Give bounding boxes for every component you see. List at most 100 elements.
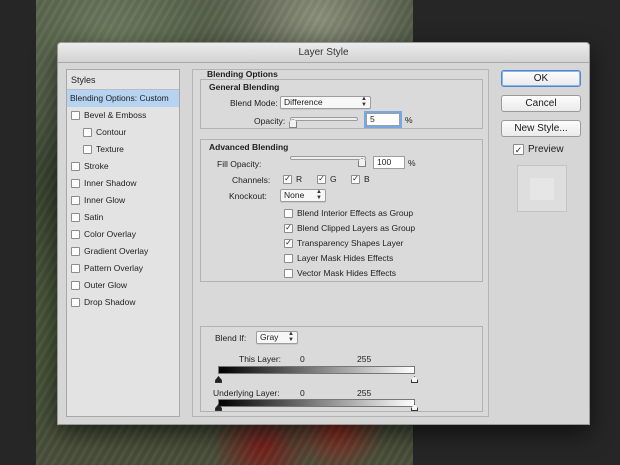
opacity-percent: %	[405, 115, 413, 125]
advanced-option-checkbox[interactable]: Vector Mask Hides Effects	[284, 268, 396, 278]
styles-header: Styles	[67, 70, 179, 90]
advanced-option-label: Transparency Shapes Layer	[297, 238, 404, 248]
knockout-select[interactable]: None ▲ ▼	[280, 189, 326, 202]
underlying-layer-gradient	[218, 399, 415, 407]
blend-if-value: Gray	[260, 332, 279, 342]
style-item[interactable]: Inner Glow	[67, 192, 179, 209]
checkbox-icon[interactable]	[71, 281, 80, 290]
knockout-value: None	[284, 190, 305, 200]
checkbox-icon[interactable]	[83, 128, 92, 137]
channel-r-checkbox[interactable]: ✓ R	[283, 174, 302, 184]
advanced-option-label: Layer Mask Hides Effects	[297, 253, 394, 263]
chevron-updown-icon: ▲ ▼	[316, 189, 322, 201]
cancel-button[interactable]: Cancel	[501, 95, 581, 112]
channel-b-checkbox[interactable]: ✓ B	[351, 174, 370, 184]
advanced-option-checkbox[interactable]: ✓ Transparency Shapes Layer	[284, 238, 403, 248]
checkbox-checked-icon: ✓	[284, 238, 293, 248]
advanced-option-checkbox[interactable]: Blend Interior Effects as Group	[284, 208, 413, 218]
underlying-layer-max: 255	[357, 388, 372, 398]
styles-list: Blending Options: Custom Bevel & Emboss Co…	[67, 90, 179, 311]
this-layer-max: 255	[357, 354, 372, 364]
channel-g-checkbox[interactable]: ✓ G	[317, 174, 337, 184]
checkbox-icon[interactable]	[83, 145, 92, 154]
opacity-input[interactable]: 5	[366, 113, 400, 126]
style-item-label: Pattern Overlay	[84, 263, 144, 273]
style-item[interactable]: Blending Options: Custom	[67, 90, 179, 107]
underlying-layer-min: 0	[300, 388, 305, 398]
this-layer-min: 0	[300, 354, 305, 364]
preview-label: Preview	[528, 144, 564, 155]
checkbox-checked-icon: ✓	[283, 174, 292, 184]
style-item-label: Bevel & Emboss	[84, 110, 147, 120]
checkbox-icon[interactable]	[71, 179, 80, 188]
blend-mode-select[interactable]: Difference ▲ ▼	[280, 96, 371, 109]
style-item-label: Contour	[96, 127, 127, 137]
chevron-updown-icon: ▲ ▼	[288, 331, 294, 343]
style-item[interactable]: Satin	[67, 209, 179, 226]
general-blending-title: General Blending	[209, 82, 280, 92]
style-item-label: Gradient Overlay	[84, 246, 149, 256]
blend-if-label: Blend If:	[215, 333, 247, 343]
fill-opacity-input[interactable]: 100	[373, 156, 405, 169]
style-item-label: Texture	[96, 144, 124, 154]
checkbox-checked-icon: ✓	[513, 144, 524, 155]
checkbox-icon	[284, 253, 293, 263]
fill-opacity-label: Fill Opacity:	[217, 159, 262, 169]
advanced-option-checkbox[interactable]: Layer Mask Hides Effects	[284, 253, 393, 263]
checkbox-icon[interactable]	[71, 247, 80, 256]
blend-if-group: Blend If: Gray ▲ ▼ This Layer: 0 255 Unde…	[200, 326, 483, 412]
checkbox-icon[interactable]	[71, 196, 80, 205]
this-layer-gradient	[218, 366, 415, 374]
style-item-label: Inner Glow	[84, 195, 126, 205]
style-item-label: Drop Shadow	[84, 297, 136, 307]
blending-options-title: Blending Options	[207, 69, 278, 79]
style-item[interactable]: Outer Glow	[67, 277, 179, 294]
style-item-label: Outer Glow	[84, 280, 127, 290]
advanced-option-label: Vector Mask Hides Effects	[297, 268, 397, 278]
checkbox-icon[interactable]	[71, 162, 80, 171]
this-layer-label: This Layer:	[239, 354, 282, 364]
style-item-label: Color Overlay	[84, 229, 136, 239]
preview-checkbox[interactable]: ✓ Preview	[513, 144, 564, 155]
fill-opacity-slider[interactable]	[290, 156, 366, 160]
styles-panel: Styles Blending Options: Custom Bevel & E…	[66, 69, 180, 417]
general-blending-group: General Blending Blend Mode: Difference …	[200, 79, 483, 129]
checkbox-icon	[284, 208, 293, 218]
checkbox-icon[interactable]	[71, 264, 80, 273]
opacity-label: Opacity:	[254, 116, 286, 126]
advanced-option-label: Blend Clipped Layers as Group	[297, 223, 416, 233]
style-item-label: Satin	[84, 212, 104, 222]
checkbox-icon[interactable]	[71, 230, 80, 239]
style-item[interactable]: Contour	[67, 124, 179, 141]
dialog-title: Layer Style	[58, 43, 589, 63]
blend-if-select[interactable]: Gray ▲ ▼	[256, 331, 298, 344]
channel-g-label: G	[330, 174, 337, 184]
new-style-button[interactable]: New Style...	[501, 120, 581, 137]
checkbox-icon[interactable]	[71, 111, 80, 120]
fill-opacity-percent: %	[408, 158, 416, 168]
opacity-slider[interactable]	[290, 117, 358, 121]
style-item[interactable]: Texture	[67, 141, 179, 158]
checkbox-checked-icon: ✓	[317, 174, 326, 184]
style-item[interactable]: Inner Shadow	[67, 175, 179, 192]
style-item[interactable]: Color Overlay	[67, 226, 179, 243]
checkbox-icon[interactable]	[71, 298, 80, 307]
this-layer-black-thumb[interactable]	[215, 376, 222, 383]
style-item[interactable]: Stroke	[67, 158, 179, 175]
style-item[interactable]: Gradient Overlay	[67, 243, 179, 260]
checkbox-icon	[284, 268, 293, 278]
this-layer-white-thumb[interactable]	[411, 376, 418, 383]
advanced-option-checkbox[interactable]: ✓ Blend Clipped Layers as Group	[284, 223, 415, 233]
channel-r-label: R	[296, 174, 303, 184]
knockout-label: Knockout:	[229, 191, 267, 201]
advanced-option-label: Blend Interior Effects as Group	[297, 208, 414, 218]
layer-style-dialog: Layer Style Styles Blending Options: Cus…	[57, 42, 590, 425]
chevron-updown-icon: ▲ ▼	[361, 96, 367, 108]
style-item[interactable]: Drop Shadow	[67, 294, 179, 311]
checkbox-icon[interactable]	[71, 213, 80, 222]
ok-button[interactable]: OK	[501, 70, 581, 87]
style-item[interactable]: Bevel & Emboss	[67, 107, 179, 124]
style-item-label: Stroke	[84, 161, 109, 171]
style-item[interactable]: Pattern Overlay	[67, 260, 179, 277]
blend-mode-label: Blend Mode:	[230, 98, 278, 108]
